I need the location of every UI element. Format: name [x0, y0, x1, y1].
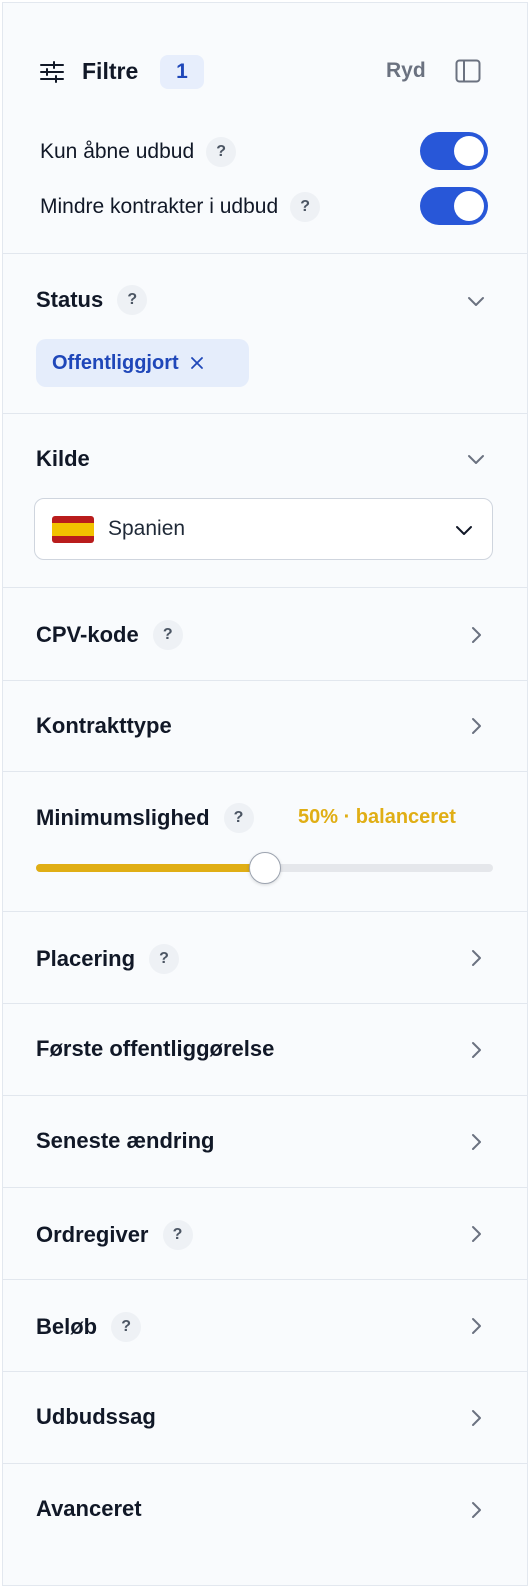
cpv-section[interactable]: CPV-kode ?: [3, 588, 527, 681]
chevron-right-icon[interactable]: [465, 1039, 487, 1061]
close-icon[interactable]: [189, 355, 205, 371]
sliders-icon: [40, 61, 64, 83]
select-value: Spanien: [108, 517, 186, 540]
filter-row-header: Ordregiver?: [36, 1220, 193, 1250]
filter-panel: Filtre 1 Ryd Kun åbne udbud ? Mindre kon…: [2, 2, 528, 1586]
chevron-right-icon[interactable]: [465, 947, 487, 969]
filter-row[interactable]: Placering?: [3, 912, 527, 1004]
filter-row-header: Avanceret: [36, 1496, 142, 1522]
chevron-right-icon[interactable]: [465, 1131, 487, 1153]
smaller-contracts-toggle[interactable]: [420, 187, 488, 225]
similarity-header: Minimumslighed ?: [36, 803, 254, 833]
similarity-section: Minimumslighed ? 50% · balanceret: [3, 772, 527, 912]
similarity-slider-fill: [36, 864, 265, 872]
filter-row-header: Første offentliggørelse: [36, 1036, 274, 1062]
status-header[interactable]: Status ?: [36, 285, 148, 315]
help-icon[interactable]: ?: [152, 620, 183, 650]
filter-row[interactable]: Seneste ændring: [3, 1096, 527, 1188]
section-title: Første offentliggørelse: [36, 1036, 275, 1061]
help-icon[interactable]: ?: [111, 1312, 142, 1342]
toggle-row-open-tenders: Kun åbne udbud ?: [40, 137, 237, 167]
toggle-label: Kun åbne udbud: [40, 140, 195, 163]
filter-row-header: Seneste ændring: [36, 1128, 214, 1154]
spain-flag-icon: [52, 516, 94, 543]
section-title: Avanceret: [36, 1496, 142, 1521]
chevron-right-icon[interactable]: [465, 624, 487, 646]
filter-row[interactable]: Avanceret: [3, 1464, 527, 1556]
active-filter-count-badge: 1: [160, 55, 204, 89]
help-icon[interactable]: ?: [206, 137, 237, 167]
cpv-header: CPV-kode ?: [36, 620, 183, 650]
contract-type-header: Kontrakttype: [36, 713, 172, 739]
source-header[interactable]: Kilde: [36, 446, 90, 472]
filter-row[interactable]: Udbudssag: [3, 1372, 527, 1464]
section-title: Minimumslighed: [36, 805, 210, 830]
section-title: CPV-kode: [36, 622, 139, 647]
filter-row[interactable]: Beløb?: [3, 1280, 527, 1372]
section-title: Status: [36, 287, 104, 312]
section-title: Ordregiver: [36, 1222, 149, 1247]
filter-row-header: Beløb?: [36, 1312, 142, 1342]
help-icon[interactable]: ?: [223, 803, 254, 833]
filter-row-header: Udbudssag: [36, 1404, 156, 1430]
contract-type-section[interactable]: Kontrakttype: [3, 681, 527, 772]
sidebar-toggle-icon[interactable]: [455, 59, 481, 83]
filter-row-header: Placering?: [36, 944, 180, 974]
panel-title: Filtre: [82, 58, 139, 84]
source-select[interactable]: Spanien: [34, 498, 493, 560]
toggle-label: Mindre kontrakter i udbud: [40, 195, 279, 218]
similarity-slider-thumb[interactable]: [248, 852, 281, 884]
help-icon[interactable]: ?: [290, 192, 321, 222]
section-title: Placering: [36, 946, 136, 971]
toggle-row-smaller-contracts: Mindre kontrakter i udbud ?: [40, 192, 321, 222]
status-section: Status ? Offentliggjort: [3, 254, 527, 414]
open-tenders-toggle[interactable]: [420, 132, 488, 170]
chevron-right-icon[interactable]: [465, 715, 487, 737]
help-icon[interactable]: ?: [162, 1220, 193, 1250]
section-title: Beløb: [36, 1314, 98, 1339]
similarity-value-label: 50% · balanceret: [298, 806, 456, 828]
chevron-right-icon[interactable]: [465, 1499, 487, 1521]
chevron-down-icon: [456, 526, 472, 535]
filter-row[interactable]: Ordregiver?: [3, 1188, 527, 1280]
filter-row[interactable]: Første offentliggørelse: [3, 1004, 527, 1096]
chevron-right-icon[interactable]: [465, 1315, 487, 1337]
help-icon[interactable]: ?: [117, 285, 148, 315]
section-title: Udbudssag: [36, 1404, 156, 1429]
clear-filters-button[interactable]: Ryd: [386, 59, 426, 83]
section-title: Kilde: [36, 446, 90, 471]
chevron-right-icon[interactable]: [465, 1407, 487, 1429]
chip-label: Offentliggjort: [52, 351, 179, 374]
status-chip: Offentliggjort: [36, 339, 249, 387]
chevron-down-icon[interactable]: [465, 448, 487, 470]
chevron-right-icon[interactable]: [465, 1223, 487, 1245]
section-title: Kontrakttype: [36, 713, 172, 738]
help-icon[interactable]: ?: [149, 944, 180, 974]
filter-header-section: Filtre 1 Ryd Kun åbne udbud ? Mindre kon…: [3, 3, 527, 254]
section-title: Seneste ændring: [36, 1128, 215, 1153]
chevron-down-icon[interactable]: [465, 290, 487, 312]
source-section: Kilde Spanien: [3, 414, 527, 588]
similarity-slider-track[interactable]: [36, 852, 493, 884]
